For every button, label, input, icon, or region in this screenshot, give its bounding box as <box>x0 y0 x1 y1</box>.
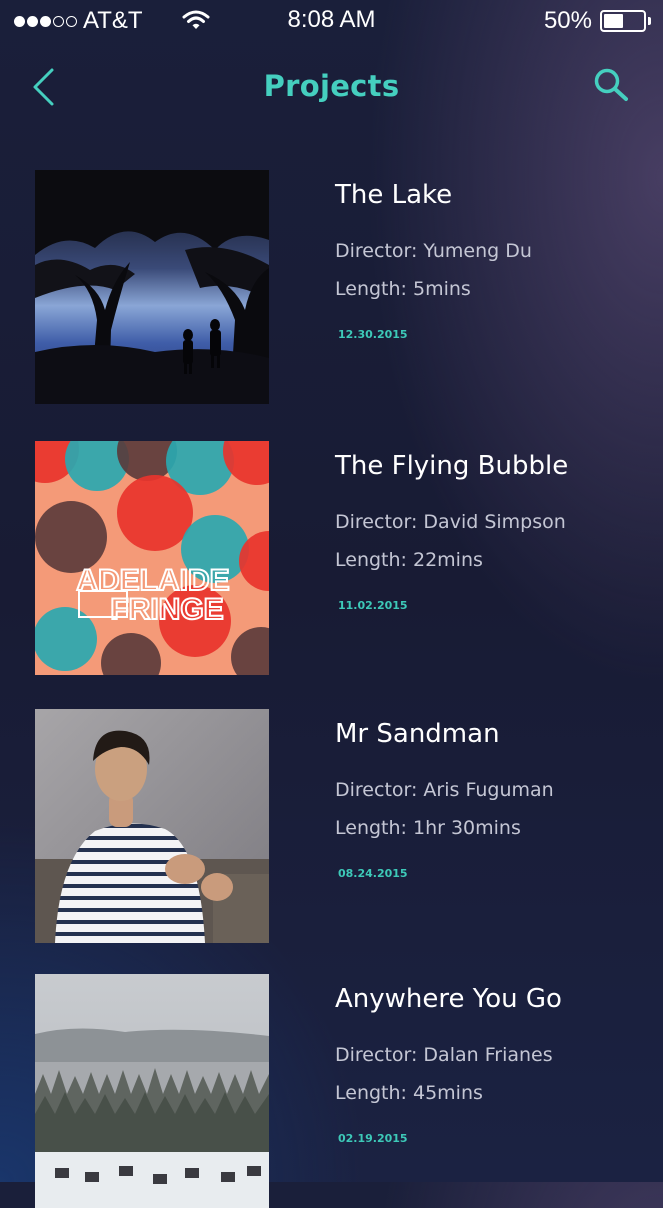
battery-tip <box>648 17 651 25</box>
project-thumbnail <box>35 974 269 1208</box>
project-title: Anywhere You Go <box>335 984 562 1014</box>
list-item[interactable]: ADELAIDE FRINGE The Flying Bubble Direct… <box>35 441 635 675</box>
project-date: 11.02.2015 <box>338 599 408 612</box>
status-bar: AT&T 8:08 AM 50% <box>0 0 663 44</box>
list-item[interactable]: Mr Sandman Director: Aris Fuguman Length… <box>35 709 635 943</box>
project-thumbnail <box>35 709 269 943</box>
project-date: 12.30.2015 <box>338 328 408 341</box>
project-length: Length: 45mins <box>335 1082 483 1104</box>
search-icon[interactable] <box>592 67 632 103</box>
battery-fill <box>604 14 623 28</box>
project-length: Length: 22mins <box>335 549 483 571</box>
nav-bar: Projects <box>0 55 663 119</box>
battery-area: 50% <box>544 7 651 35</box>
project-date: 02.19.2015 <box>338 1132 408 1145</box>
project-director: Director: Yumeng Du <box>335 240 532 262</box>
project-director: Director: David Simpson <box>335 511 566 533</box>
project-title: Mr Sandman <box>335 719 500 749</box>
page-title: Projects <box>263 69 400 103</box>
project-director: Director: Dalan Frianes <box>335 1044 553 1066</box>
list-item[interactable]: Anywhere You Go Director: Dalan Frianes … <box>35 974 635 1208</box>
project-title: The Flying Bubble <box>335 451 569 481</box>
project-thumbnail: ADELAIDE FRINGE <box>35 441 269 675</box>
project-title: The Lake <box>335 180 453 210</box>
project-date: 08.24.2015 <box>338 867 408 880</box>
project-thumbnail <box>35 170 269 404</box>
project-length: Length: 5mins <box>335 278 471 300</box>
list-item[interactable]: The Lake Director: Yumeng Du Length: 5mi… <box>35 170 635 404</box>
project-director: Director: Aris Fuguman <box>335 779 554 801</box>
battery-percent: 50% <box>543 7 592 34</box>
project-length: Length: 1hr 30mins <box>335 817 521 839</box>
battery-icon <box>600 10 646 32</box>
